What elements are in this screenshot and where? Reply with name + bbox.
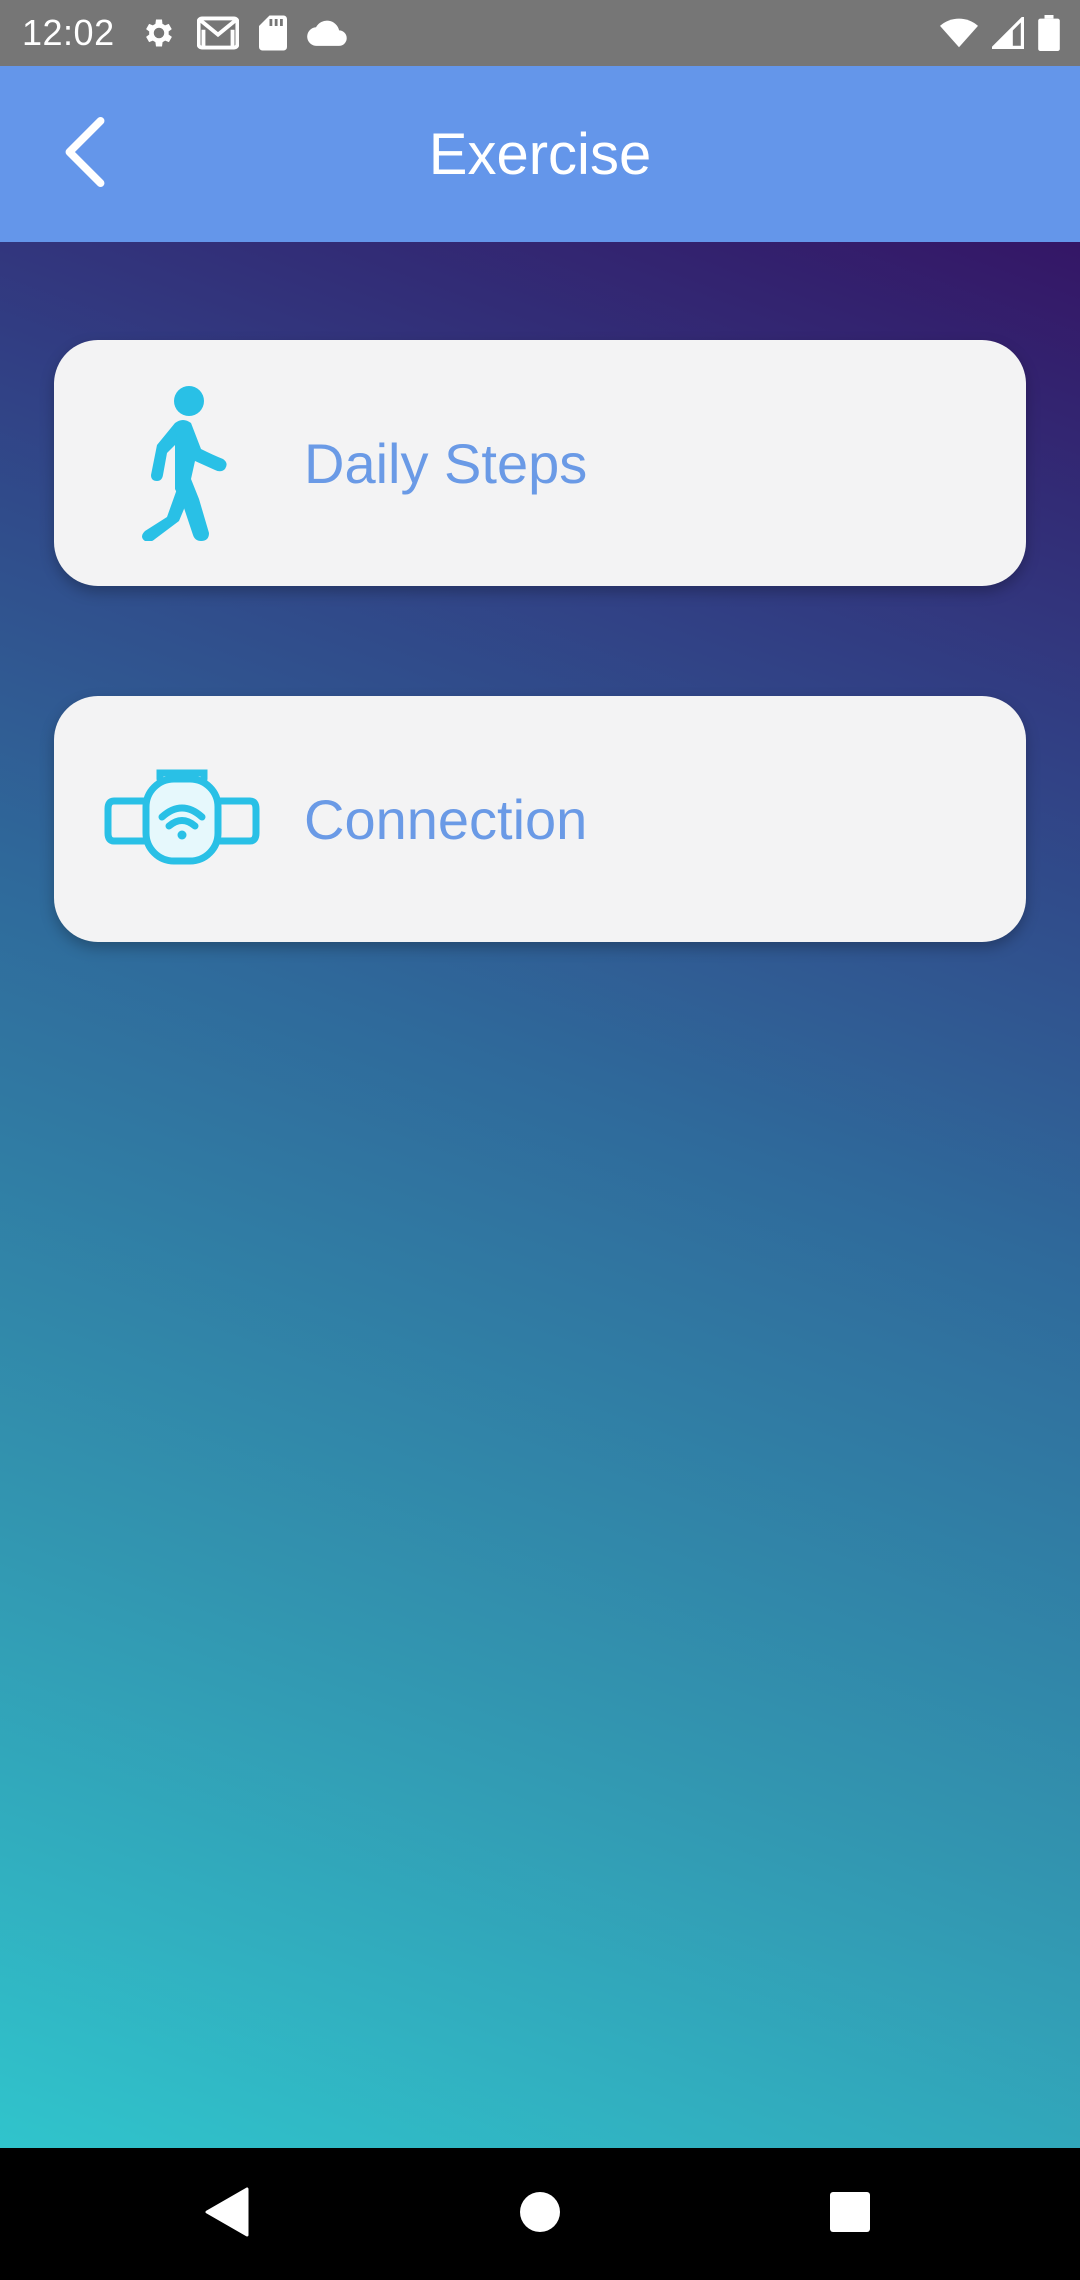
recents-square-icon [829,2191,871,2238]
nav-recents-button[interactable] [810,2174,890,2254]
wifi-icon [940,18,978,48]
wearable-wifi-device-icon [104,741,260,897]
daily-steps-card[interactable]: Daily Steps [54,340,1026,586]
status-notification-icons [141,15,347,51]
sd-card-icon [258,15,287,51]
walking-person-icon [104,385,260,541]
back-button[interactable] [40,106,130,202]
status-bar: 12:02 [0,0,1080,66]
gmail-icon [196,16,239,50]
nav-home-button[interactable] [500,2174,580,2254]
page-title: Exercise [428,121,652,187]
connection-label: Connection [304,787,588,851]
cloud-icon [306,19,347,47]
status-system-icons [940,0,1060,66]
back-triangle-icon [203,2187,249,2242]
main-content: Daily Steps Connection [0,242,1080,2148]
cell-signal-icon [992,17,1024,49]
battery-icon [1038,15,1060,51]
status-time: 12:02 [22,12,115,53]
gear-icon [141,15,177,51]
connection-card[interactable]: Connection [54,696,1026,942]
app-bar: Exercise [0,66,1080,242]
chevron-left-icon [63,116,107,192]
system-nav-bar [0,2148,1080,2280]
home-circle-icon [518,2190,562,2239]
daily-steps-label: Daily Steps [304,431,588,495]
nav-back-button[interactable] [186,2174,266,2254]
